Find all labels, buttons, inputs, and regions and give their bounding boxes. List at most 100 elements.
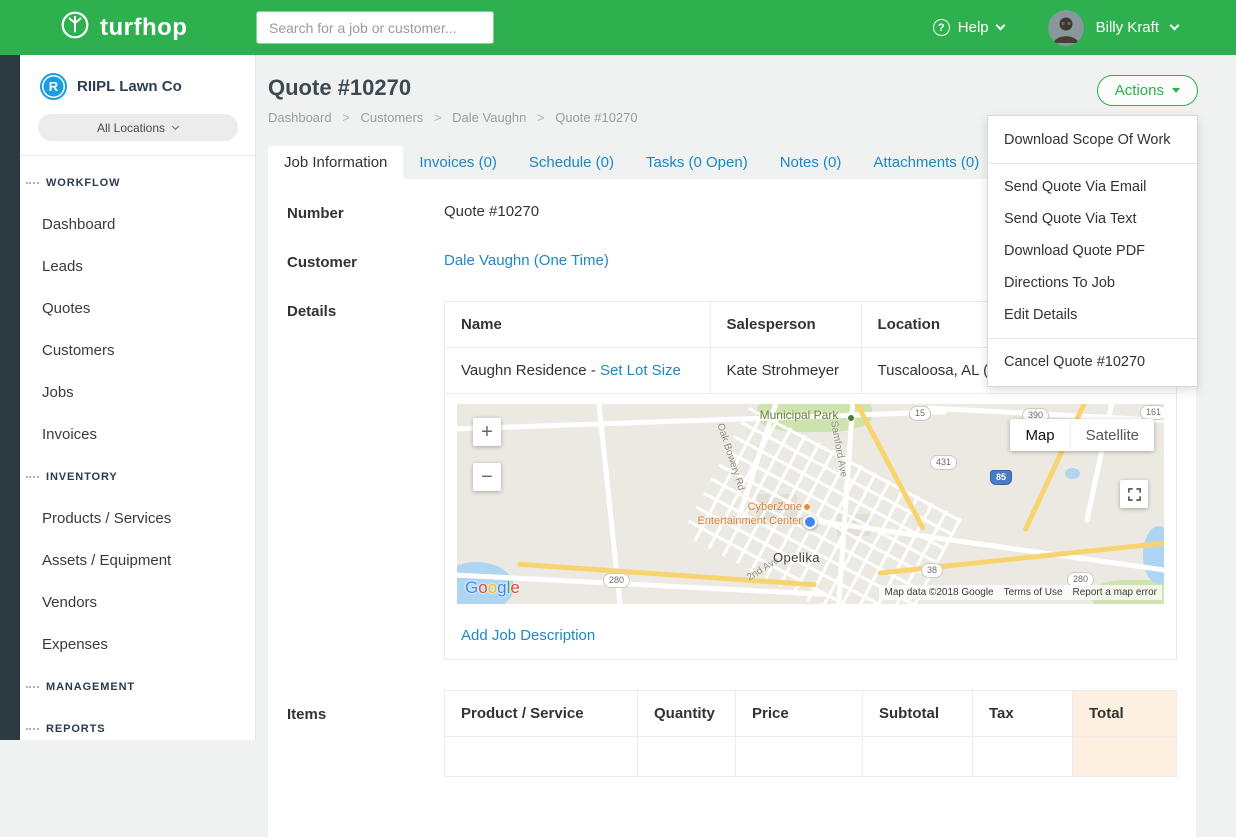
sidebar-item-customers[interactable]: Customers	[20, 330, 255, 372]
items-table: Product / Service Quantity Price Subtota…	[444, 690, 1177, 777]
user-name: Billy Kraft	[1096, 19, 1159, 36]
company-name: RIIPL Lawn Co	[77, 78, 182, 95]
help-menu[interactable]: ? Help	[933, 19, 1004, 36]
poi-label-line2: Entertainment Center	[697, 514, 802, 528]
items-label: Items	[287, 690, 444, 777]
actions-button-label: Actions	[1115, 82, 1164, 99]
salesperson-value: Kate Strohmeyer	[710, 348, 861, 394]
chevron-down-icon	[995, 21, 1005, 31]
details-label: Details	[287, 301, 444, 660]
menu-item-directions-to-job[interactable]: Directions To Job	[988, 267, 1197, 299]
add-job-description-link[interactable]: Add Job Description	[461, 627, 595, 644]
items-header-quantity: Quantity	[638, 691, 736, 737]
search-input[interactable]	[256, 11, 494, 44]
menu-item-send-quote-via-email[interactable]: Send Quote Via Email	[988, 171, 1197, 203]
brand-name: turfhop	[100, 14, 187, 42]
dashes-icon	[26, 476, 39, 478]
fullscreen-button[interactable]	[1120, 480, 1148, 508]
items-header-product-service: Product / Service	[445, 691, 638, 737]
route-shield: 431	[930, 455, 957, 470]
actions-button[interactable]: Actions	[1097, 75, 1198, 106]
tab-tasks[interactable]: Tasks (0 Open)	[630, 146, 764, 179]
sidebar-item-vendors[interactable]: Vendors	[20, 582, 255, 624]
items-header-subtotal: Subtotal	[863, 691, 973, 737]
location-filter-dropdown[interactable]: All Locations	[38, 114, 238, 141]
tab-invoices[interactable]: Invoices (0)	[403, 146, 513, 179]
sidebar-item-invoices[interactable]: Invoices	[20, 414, 255, 456]
set-lot-size-link[interactable]: Set Lot Size	[600, 362, 681, 379]
water-area	[1065, 468, 1080, 479]
route-shield: 38	[921, 563, 943, 578]
tab-schedule[interactable]: Schedule (0)	[513, 146, 630, 179]
menu-item-edit-details[interactable]: Edit Details	[988, 299, 1197, 331]
sidebar-item-quotes[interactable]: Quotes	[20, 288, 255, 330]
menu-divider	[988, 338, 1197, 339]
breadcrumb-separator: >	[434, 110, 442, 125]
route-shield: 161	[1140, 405, 1164, 420]
sidebar-item-expenses[interactable]: Expenses	[20, 624, 255, 666]
map-attribution: Map data ©2018 Google Terms of Use Repor…	[879, 585, 1162, 600]
sidebar: R RIIPL Lawn Co All Locations WORKFLOW D…	[20, 55, 256, 740]
tab-notes[interactable]: Notes (0)	[764, 146, 858, 179]
sidebar-item-products-services[interactable]: Products / Services	[20, 498, 255, 540]
sidebar-section-reports: REPORTS	[20, 708, 255, 750]
poi-label: CyberZone Entertainment Center	[697, 500, 802, 528]
dashes-icon	[26, 686, 39, 688]
property-name: Vaughn Residence -	[461, 362, 596, 379]
number-label: Number	[287, 203, 444, 222]
zoom-out-button[interactable]: −	[473, 463, 501, 491]
breadcrumb-dashboard[interactable]: Dashboard	[268, 110, 332, 125]
tab-job-information[interactable]: Job Information	[268, 146, 403, 179]
water-area	[1143, 526, 1164, 584]
details-header-salesperson: Salesperson	[710, 302, 861, 348]
google-logo[interactable]: Google	[465, 578, 520, 598]
avatar	[1048, 10, 1084, 46]
map-marker[interactable]	[803, 515, 817, 529]
sidebar-section-management: MANAGEMENT	[20, 666, 255, 708]
tab-attachments[interactable]: Attachments (0)	[857, 146, 995, 179]
chevron-down-icon	[172, 123, 179, 130]
actions-dropdown-menu: Download Scope Of Work Send Quote Via Em…	[987, 115, 1198, 387]
caret-down-icon	[1172, 88, 1180, 93]
sidebar-item-leads[interactable]: Leads	[20, 246, 255, 288]
plus-icon: +	[481, 421, 493, 444]
menu-item-send-quote-via-text[interactable]: Send Quote Via Text	[988, 203, 1197, 235]
sidebar-item-dashboard[interactable]: Dashboard	[20, 204, 255, 246]
help-icon: ?	[933, 19, 950, 36]
terms-of-use-link[interactable]: Terms of Use	[1004, 587, 1063, 598]
menu-item-cancel-quote[interactable]: Cancel Quote #10270	[988, 346, 1197, 378]
menu-item-download-quote-pdf[interactable]: Download Quote PDF	[988, 235, 1197, 267]
report-map-error-link[interactable]: Report a map error	[1073, 587, 1157, 598]
sidebar-edge-strip	[0, 55, 20, 740]
interstate-shield: 85	[990, 470, 1012, 485]
brand[interactable]: turfhop	[0, 10, 256, 45]
user-menu[interactable]: Billy Kraft	[1048, 10, 1178, 46]
poi-icon	[803, 503, 811, 511]
details-header-name: Name	[445, 302, 710, 348]
park-icon	[847, 414, 855, 422]
company-row[interactable]: R RIIPL Lawn Co	[34, 73, 241, 100]
sidebar-item-jobs[interactable]: Jobs	[20, 372, 255, 414]
breadcrumb-customers[interactable]: Customers	[360, 110, 423, 125]
customer-type-link[interactable]: (One Time)	[534, 252, 609, 269]
items-header-price: Price	[736, 691, 863, 737]
breadcrumb-dale-vaughn[interactable]: Dale Vaughn	[452, 110, 526, 125]
route-shield: 15	[909, 406, 931, 421]
customer-name-link[interactable]: Dale Vaughn	[444, 252, 530, 269]
minus-icon: −	[481, 466, 493, 489]
sidebar-section-label: INVENTORY	[46, 471, 118, 483]
sidebar-item-assets-equipment[interactable]: Assets / Equipment	[20, 540, 255, 582]
map-view-button[interactable]: Map	[1010, 419, 1069, 451]
company-logo-icon: R	[40, 73, 67, 100]
breadcrumb-separator: >	[342, 110, 350, 125]
chevron-down-icon	[1170, 21, 1180, 31]
sidebar-section-workflow: WORKFLOW	[20, 162, 255, 204]
satellite-view-button[interactable]: Satellite	[1070, 419, 1154, 451]
help-label: Help	[958, 19, 989, 36]
menu-item-download-scope-of-work[interactable]: Download Scope Of Work	[988, 124, 1197, 156]
sidebar-nav: WORKFLOW Dashboard Leads Quotes Customer…	[20, 156, 255, 750]
zoom-in-button[interactable]: +	[473, 418, 501, 446]
map-data-text: Map data ©2018 Google	[884, 587, 993, 598]
page-title: Quote #10270	[268, 75, 1224, 101]
google-map[interactable]: Municipal Park Samford Ave Oak Bowery Rd…	[457, 404, 1164, 604]
